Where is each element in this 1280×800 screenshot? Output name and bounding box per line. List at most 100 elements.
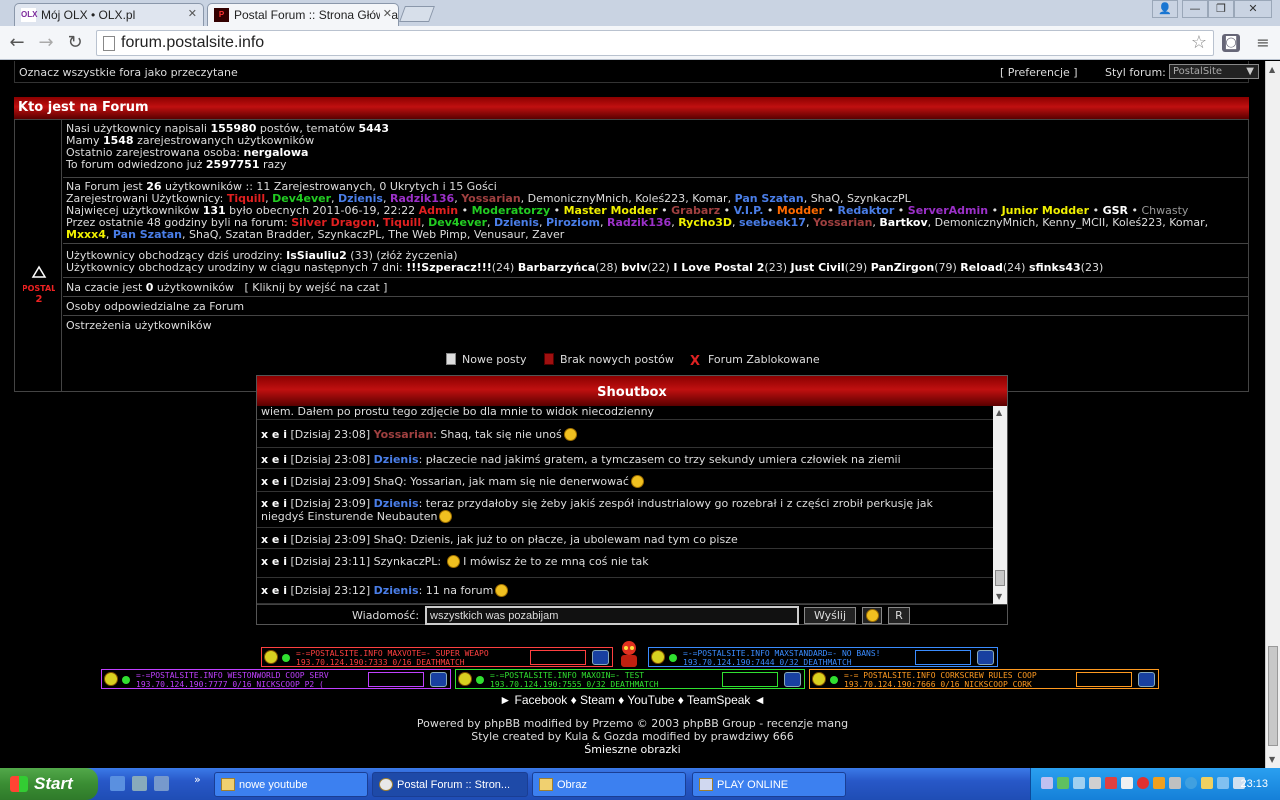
- address-bar[interactable]: forum.postalsite.info ☆: [96, 30, 1214, 56]
- help-icon[interactable]: [1185, 777, 1197, 789]
- birthday-user-link[interactable]: Barbarzyńca: [518, 261, 595, 274]
- enter-chat-link[interactable]: [ Kliknij by wejść na czat ]: [244, 281, 387, 294]
- user-link[interactable]: Mxxx4: [66, 228, 106, 241]
- server-banner[interactable]: =-=POSTALSITE.INFO MAXVOTE=- SUPER WEAPO…: [261, 647, 613, 667]
- user-link[interactable]: Rycho3D: [678, 216, 732, 229]
- shout-user-link[interactable]: SzynkaczPL: [374, 555, 438, 568]
- server-banner[interactable]: =-=POSTALSITE.INFO WESTONWORLD COOP SERV…: [101, 669, 451, 689]
- facebook-link[interactable]: Facebook: [515, 693, 568, 707]
- quicklaunch-desktop-icon[interactable]: [154, 776, 169, 791]
- menu-icon[interactable]: ≡: [1252, 32, 1274, 54]
- server-banner[interactable]: =-=POSTALSITE.INFO MAXSTANDARD=- NO BANS…: [648, 647, 998, 667]
- shout-delete-edit-ip[interactable]: x e i: [261, 533, 287, 546]
- user-link[interactable]: Radzik136: [607, 216, 671, 229]
- refresh-button[interactable]: R: [888, 607, 910, 624]
- server-join-link-icon[interactable]: [592, 650, 609, 665]
- shout-delete-edit-ip[interactable]: x e i: [261, 497, 287, 510]
- server-join-link-icon[interactable]: [784, 672, 801, 687]
- user-link[interactable]: The Web Pimp: [388, 228, 467, 241]
- quicklaunch-app-icon[interactable]: [132, 776, 147, 791]
- birthday-user-link[interactable]: bvlv: [621, 261, 647, 274]
- birthday-user-link[interactable]: I Love Postal 2: [673, 261, 764, 274]
- birthday-user-link[interactable]: Just Civil: [791, 261, 845, 274]
- server-join-link-icon[interactable]: [430, 672, 447, 687]
- scroll-down-icon[interactable]: ▼: [996, 592, 1002, 601]
- close-window-button[interactable]: ✕: [1234, 0, 1272, 18]
- user-link[interactable]: Koleś223: [1112, 216, 1162, 229]
- shout-delete-edit-ip[interactable]: x e i: [261, 555, 287, 568]
- scrollbar-thumb[interactable]: [1268, 646, 1278, 746]
- tray-icon[interactable]: [1153, 777, 1165, 789]
- tray-icon[interactable]: [1217, 777, 1229, 789]
- warnings-link[interactable]: Ostrzeżenia użytkowników: [66, 319, 212, 332]
- close-tab-icon[interactable]: ✕: [379, 7, 392, 20]
- quicklaunch-more-icon[interactable]: »: [194, 773, 201, 786]
- responsible-link[interactable]: Osoby odpowiedzialne za Forum: [66, 300, 244, 313]
- scrollbar-thumb[interactable]: [995, 570, 1005, 586]
- shout-delete-edit-ip[interactable]: x e i: [261, 475, 287, 488]
- shout-user-link[interactable]: Dzienis: [374, 584, 419, 597]
- shout-user-link[interactable]: Yossarian: [374, 428, 433, 441]
- task-obraz[interactable]: Obraz: [532, 772, 686, 797]
- shout-user-link[interactable]: ShaQ: [374, 475, 403, 488]
- user-link[interactable]: Bartkov: [879, 216, 927, 229]
- new-tab-button[interactable]: [399, 6, 435, 22]
- tray-icon[interactable]: [1201, 777, 1213, 789]
- restore-button[interactable]: ❐: [1208, 0, 1234, 18]
- tab-olx[interactable]: OLX Mój OLX • OLX.pl ✕: [14, 3, 204, 26]
- volume-icon[interactable]: [1089, 777, 1101, 789]
- task-play-online[interactable]: PLAY ONLINE: [692, 772, 846, 797]
- minimize-button[interactable]: —: [1182, 0, 1208, 18]
- tray-icon[interactable]: [1073, 777, 1085, 789]
- scroll-up-icon[interactable]: ▲: [996, 408, 1002, 417]
- shout-delete-edit-ip[interactable]: x e i: [261, 584, 287, 597]
- birthday-user-link[interactable]: PanZirgon: [871, 261, 934, 274]
- ublock-icon[interactable]: ◙: [1222, 34, 1240, 52]
- close-tab-icon[interactable]: ✕: [188, 7, 197, 20]
- scroll-down-icon[interactable]: ▼: [1269, 755, 1275, 764]
- user-link[interactable]: SzynkaczPL: [317, 228, 381, 241]
- network-icon[interactable]: [1121, 777, 1133, 789]
- shoutbox-scrollbar[interactable]: ▲ ▼: [993, 406, 1007, 604]
- page-scrollbar[interactable]: ▲ ▼: [1265, 61, 1280, 768]
- tray-icon[interactable]: [1137, 777, 1149, 789]
- funny-images-link[interactable]: Śmieszne obrazki: [0, 743, 1265, 756]
- forward-arrow-icon[interactable]: →: [35, 32, 57, 54]
- youtube-link[interactable]: YouTube: [627, 693, 674, 707]
- style-select[interactable]: PostalSite ▼: [1169, 64, 1259, 79]
- user-link[interactable]: Yossarian: [813, 216, 872, 229]
- reload-icon[interactable]: ↻: [64, 32, 86, 54]
- user-link[interactable]: DemonicznyMnich: [935, 216, 1036, 229]
- server-banner[interactable]: =-=POSTALSITE.INFO MAXOIN=- TEST 193.70.1…: [455, 669, 805, 689]
- tab-postal-forum[interactable]: P Postal Forum :: Strona Główna ✕: [207, 3, 399, 26]
- user-link[interactable]: Zaver: [532, 228, 564, 241]
- smilies-button[interactable]: [862, 607, 882, 624]
- teamspeak-link[interactable]: TeamSpeak: [687, 693, 750, 707]
- shout-user-link[interactable]: ShaQ: [374, 533, 403, 546]
- back-arrow-icon[interactable]: ←: [6, 32, 28, 54]
- shout-user-link[interactable]: Dzienis: [374, 453, 419, 466]
- tray-icon[interactable]: [1041, 777, 1053, 789]
- start-button[interactable]: Start: [0, 768, 98, 800]
- user-link[interactable]: ShaQ: [189, 228, 218, 241]
- user-link[interactable]: Szatan Bradder: [225, 228, 310, 241]
- quicklaunch-ie-icon[interactable]: [110, 776, 125, 791]
- tray-icon[interactable]: [1169, 777, 1181, 789]
- mark-all-read-link[interactable]: Oznacz wszystkie fora jako przeczytane: [19, 66, 238, 79]
- task-postal-forum[interactable]: Postal Forum :: Stron...: [372, 772, 528, 797]
- user-icon[interactable]: 👤: [1152, 0, 1178, 18]
- birthday-user-link[interactable]: !!!Szperacz!!!: [406, 261, 492, 274]
- shout-user-link[interactable]: Dzienis: [374, 497, 419, 510]
- server-join-link-icon[interactable]: [977, 650, 994, 665]
- user-link[interactable]: Kenny_MCII: [1042, 216, 1105, 229]
- message-input[interactable]: [425, 606, 799, 625]
- send-button[interactable]: Wyślij: [804, 607, 856, 624]
- shout-delete-edit-ip[interactable]: x e i: [261, 453, 287, 466]
- birthday-user-link[interactable]: sfinks43: [1029, 261, 1081, 274]
- user-link[interactable]: Komar: [1169, 216, 1204, 229]
- user-link[interactable]: Pan Szatan: [113, 228, 182, 241]
- tray-icon[interactable]: [1057, 777, 1069, 789]
- bookmark-star-icon[interactable]: ☆: [1191, 32, 1207, 53]
- user-link[interactable]: seebeek17: [739, 216, 806, 229]
- tray-icon[interactable]: [1105, 777, 1117, 789]
